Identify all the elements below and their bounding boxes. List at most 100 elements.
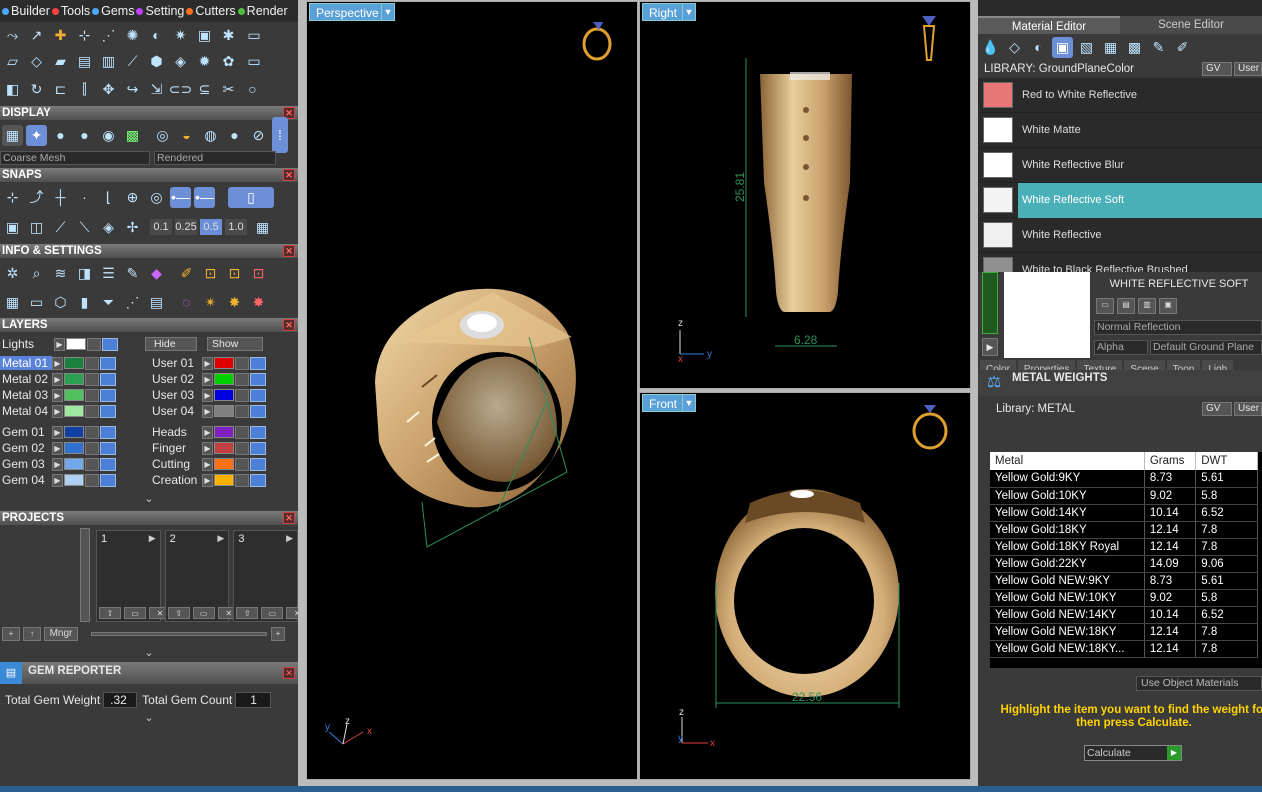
background-icon[interactable]: ▣ [1052,36,1073,58]
layer-row[interactable]: Gem 01 ▶ [0,424,148,440]
project-slot-arrow-icon[interactable]: ▶ [149,533,156,544]
balloon-icon[interactable]: ◐ [146,25,167,46]
snap-increment-button[interactable]: 1.0 [225,219,247,235]
layer-expand-icon[interactable]: ▶ [202,441,213,455]
layer-lock-icon[interactable] [85,473,99,487]
reflection-dropdown[interactable]: Normal Reflection [1094,320,1262,335]
wire-cube-icon[interactable]: ⬡ [50,292,71,313]
snap-eye-icon[interactable]: ◈ [98,217,119,238]
layer-lock-icon[interactable] [235,473,249,487]
layer-row[interactable]: Metal 01 ▶ [0,355,148,371]
table-row[interactable]: Yellow Gold:14KY 10.14 6.52 [990,504,1258,522]
table-row[interactable]: Yellow Gold:9KY 8.73 5.61 [990,470,1258,488]
tab-material-editor[interactable]: Material Editor [978,16,1120,34]
snap-point-icon[interactable]: · [74,187,95,208]
snap-window-icon[interactable]: ▣ [2,217,23,238]
camera-icon[interactable]: ▣ [194,25,215,46]
hide-button[interactable]: Hide [145,337,197,351]
lens-icon[interactable]: ◎ [152,125,173,146]
layer-color-swatch[interactable] [214,405,234,417]
pink-ring-icon[interactable]: ◌ [176,292,197,313]
layers-collapse-icon[interactable]: ⌄ [0,492,298,506]
layer-visibility-toggle[interactable] [100,356,116,370]
upload-icon[interactable]: ⇧ [99,607,121,619]
add-points-icon[interactable]: ⊹ [74,25,95,46]
close-icon[interactable]: ✕ [283,319,295,331]
upload-icon[interactable]: ⇧ [167,607,190,619]
layer-visibility-toggle[interactable] [250,441,266,455]
layer-lock-icon[interactable] [85,404,99,418]
layer-row[interactable]: Heads ▶ [150,424,298,440]
layer-visibility-toggle[interactable] [250,356,266,370]
snap-curve-icon[interactable]: ⤴ [26,187,47,208]
tab-properties[interactable]: Properties [1017,360,1076,370]
table-row[interactable]: Yellow Gold:22KY 14.09 9.06 [990,555,1258,573]
layer-lock-icon[interactable] [235,425,249,439]
column-header[interactable]: DWT [1195,452,1258,470]
layer-color-swatch[interactable] [64,458,84,470]
box-icon[interactable]: ◨ [74,263,95,284]
close-icon[interactable]: ✕ [283,245,295,257]
menu-builder[interactable]: Builder [2,4,50,18]
show-button[interactable]: Show [207,337,263,351]
cross-sphere-icon[interactable]: ⊘ [248,125,269,146]
snap-toggle[interactable]: ▯ [228,186,274,208]
layer-expand-icon[interactable]: ▶ [52,473,63,487]
layer-color-swatch[interactable] [214,458,234,470]
column-header[interactable]: Grams [1144,452,1197,470]
monitor-icon[interactable]: ▭ [26,292,47,313]
calculate-button[interactable]: Calculate ▶ [1084,745,1182,761]
menu-gems[interactable]: Gems [92,4,134,18]
material-item[interactable]: White Reflective [978,218,1262,253]
menu-setting[interactable]: Setting [136,4,184,18]
layer-color-swatch[interactable] [64,426,84,438]
project-slot[interactable]: 2 ▶ ⇧ ▭ ✕ [164,530,240,622]
tab-toon[interactable]: Toon [1166,360,1201,370]
snap-center-icon[interactable]: ⊕ [122,187,143,208]
use-object-materials-button[interactable]: Use Object Materials [1136,676,1262,691]
scale-icon[interactable]: ⇲ [146,79,167,100]
layer-row[interactable]: Gem 03 ▶ [0,456,148,472]
table-row[interactable]: Yellow Gold NEW:18KY 12.14 7.8 [990,623,1258,641]
manager-button[interactable]: Mngr [44,627,78,641]
texture-icon[interactable]: ▦ [1100,37,1121,58]
snap-line-icon[interactable]: •— [170,186,191,208]
gv-toggle[interactable]: GV [1202,402,1232,416]
fan-icon[interactable]: ⬢ [146,51,167,72]
tab-texture[interactable]: Texture [1077,360,1123,370]
project-slot[interactable]: 1 ▶ ⇧ ▭ ✕ [96,530,171,622]
layer-color-swatch[interactable] [64,357,84,369]
layer-visibility-toggle[interactable] [250,404,266,418]
column-header[interactable]: Metal [990,452,1145,470]
grid-icon[interactable]: ▩ [122,125,143,146]
perspective-viewport[interactable]: Perspective ▼ x y z [306,1,638,780]
pave-icon[interactable]: ✹ [194,51,215,72]
extrude-icon[interactable]: ▰ [50,51,71,72]
layer-row[interactable]: Gem 04 ▶ [0,472,148,488]
layer-lock-icon[interactable] [235,404,249,418]
menu-render[interactable]: Render [237,4,288,18]
expand-arrow-icon[interactable]: ▶ [982,338,998,356]
layer-row[interactable]: Finger ▶ [150,440,298,456]
layer-visibility-toggle[interactable] [100,441,116,455]
user-toggle[interactable]: User [1234,402,1262,416]
layer-visibility-toggle[interactable] [250,372,266,386]
cube-purple-icon[interactable]: ◆ [146,263,167,284]
ring-circle-icon[interactable]: ○ [242,79,263,100]
boolean-icon[interactable]: ◧ [2,79,23,100]
layer-lock-icon[interactable] [85,372,99,386]
curve-tool-icon[interactable]: ⤳ [2,25,23,46]
layer-visibility-toggle[interactable] [100,473,116,487]
render-icon[interactable]: ◉ [98,125,119,146]
layer-visibility-toggle[interactable] [250,457,266,471]
layer-expand-icon[interactable]: ▶ [202,473,213,487]
tab-scene-editor[interactable]: Scene Editor [1120,16,1262,34]
search-icon[interactable]: ⌕ [26,263,47,284]
document-icon[interactable]: ▤ [146,292,167,313]
gold-brush-icon[interactable]: ✐ [176,263,197,284]
layer-color-swatch[interactable] [214,426,234,438]
scatter-icon[interactable]: ⋰ [122,292,143,313]
scissors-icon[interactable]: ✂ [218,79,239,100]
close-icon[interactable]: ✕ [283,667,295,679]
shaded-icon[interactable]: ✦ [26,124,47,146]
